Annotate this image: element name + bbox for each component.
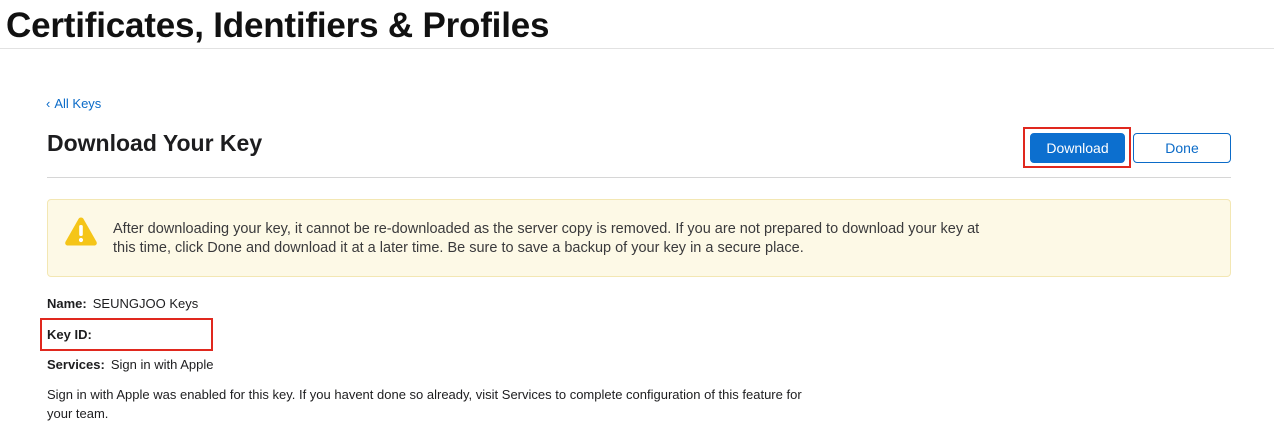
key-id-label: Key ID: [47,327,92,342]
name-value: SEUNGJOO Keys [92,296,199,311]
back-to-all-keys-link[interactable]: ‹ All Keys [46,96,101,111]
services-note: Sign in with Apple was enabled for this … [47,387,802,421]
services-label: Services: [47,357,105,372]
download-button[interactable]: Download [1030,133,1125,163]
back-link-label: All Keys [54,96,102,111]
header-divider [0,48,1274,49]
key-id-row: Key ID: [47,327,98,342]
warning-notice-text: After downloading your key, it cannot be… [113,221,980,256]
name-row: Name: SEUNGJOO Keys [47,296,198,311]
name-label: Name: [47,296,87,311]
section-title: Download Your Key [47,130,263,156]
warning-triangle-icon [65,217,97,246]
page-title: Certificates, Identifiers & Profiles [6,6,550,45]
services-row: Services: Sign in with Apple [47,357,213,372]
page: Certificates, Identifiers & Profiles ‹ Al… [0,0,1280,432]
services-value: Sign in with Apple [110,357,214,372]
section-divider [47,177,1231,178]
chevron-left-icon: ‹ [46,96,51,111]
done-button[interactable]: Done [1133,133,1231,163]
warning-notice: After downloading your key, it cannot be… [47,199,1231,277]
